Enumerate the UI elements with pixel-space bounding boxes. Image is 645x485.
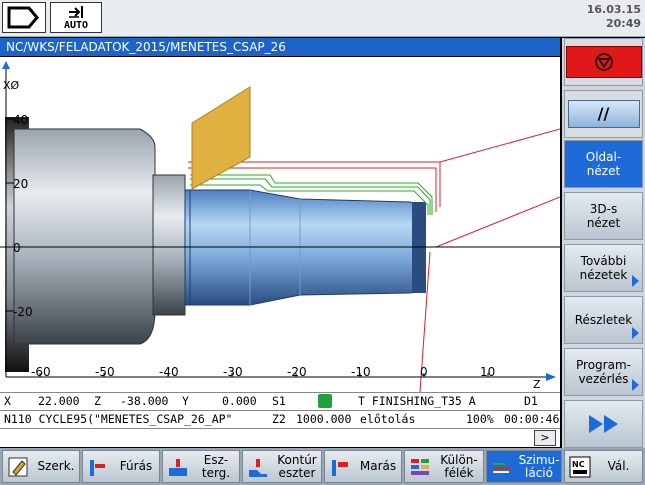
operating-mode-box[interactable]: AUTO xyxy=(50,2,102,33)
elapsed-time: 00:00:46 xyxy=(504,412,560,426)
program-control-label: Program- vezérlés xyxy=(576,358,631,386)
miscellaneous-button[interactable]: Külön- félék xyxy=(404,450,484,483)
z-tick-label: -60 xyxy=(31,365,51,379)
tool-offset: D1 xyxy=(524,394,538,408)
milling-label: Marás xyxy=(359,459,397,473)
x-tick-label: 0 xyxy=(13,241,21,255)
edit-label: Szerk. xyxy=(37,459,75,473)
edit-button[interactable]: Szerk. xyxy=(2,450,80,483)
z-axis-label: Z xyxy=(533,378,541,391)
program-control-button[interactable]: Program- vezérlés xyxy=(564,348,643,396)
z-tick-label: -40 xyxy=(159,365,179,379)
more-views-label: További nézetek xyxy=(579,254,628,282)
x-axis-name: X xyxy=(4,394,11,408)
horizontal-softkey-bar: Szerk. Fúrás Esz- terg. Kontúr eszter Ma… xyxy=(0,448,645,485)
contour-turning-icon xyxy=(249,458,267,477)
spindle-label: S1 xyxy=(272,394,286,408)
z2-label: Z2 xyxy=(272,412,286,426)
feed-override: 100% xyxy=(466,412,494,426)
date-time: 16.03.15 20:49 xyxy=(587,3,641,31)
turning-icon xyxy=(169,458,187,476)
feed-value: 1000.000 xyxy=(296,412,352,426)
nc-select-icon: NC xyxy=(569,456,591,477)
feed-label: előtolás xyxy=(360,412,416,426)
milling-icon xyxy=(332,459,348,476)
program-status-row: N110 CYCLE95("MENETES_CSAP_26_AP" Z2 100… xyxy=(0,410,560,428)
turning-tool-insert xyxy=(191,86,251,190)
submenu-arrow-icon xyxy=(632,275,639,287)
details-label: Részletek xyxy=(574,313,633,327)
x-axis-label: XØ xyxy=(3,79,20,92)
single-block-button[interactable]: // xyxy=(564,90,643,138)
stop-icon xyxy=(565,46,642,78)
simulation-icon xyxy=(493,462,511,473)
position-status-row: X 22.000 Z -38.000 Y 0.000 S1 T FINISHIN… xyxy=(0,392,560,410)
channel-mode-icon[interactable] xyxy=(2,2,46,33)
simulation-view[interactable]: XØ Z 40 20 0 -20 -60 -50 -40 -30 -20 -10… xyxy=(0,57,560,392)
fast-forward-button[interactable] xyxy=(564,400,643,448)
miscellaneous-label: Külön- félék xyxy=(440,452,478,480)
misc-icon xyxy=(411,458,429,475)
z-position: -38.000 xyxy=(120,394,169,408)
bracket-arrow-icon xyxy=(7,6,39,29)
drilling-label: Fúrás xyxy=(119,459,153,473)
turning-button[interactable]: Esz- terg. xyxy=(162,450,240,483)
date-text: 16.03.15 xyxy=(586,3,641,16)
edit-icon xyxy=(8,457,28,476)
submenu-arrow-icon xyxy=(632,379,639,391)
side-view-label: Oldal- nézet xyxy=(585,150,622,178)
z-tick-label: -20 xyxy=(287,365,307,379)
time-text: 20:49 xyxy=(605,17,641,30)
x-tick-label: -20 xyxy=(13,305,33,319)
vertical-softkey-bar: // Oldal- nézet 3D-s nézet További nézet… xyxy=(562,38,645,448)
z-tick-label: -10 xyxy=(351,365,371,379)
tool-name: T FINISHING_T35 A xyxy=(358,394,476,408)
program-path-bar: NC/WKS/FELADATOK_2015/MENETES_CSAP_26 xyxy=(0,38,560,56)
auto-mode-icon xyxy=(69,6,83,18)
details-button[interactable]: Részletek xyxy=(564,296,643,344)
submenu-arrow-icon xyxy=(632,327,639,339)
y-axis-name: Y xyxy=(182,394,189,408)
z-tick-label: 10 xyxy=(480,365,496,379)
y-position: 0.000 xyxy=(222,394,257,408)
milling-button[interactable]: Marás xyxy=(324,450,402,483)
mode-label: AUTO xyxy=(63,20,89,31)
more-views-button[interactable]: További nézetek xyxy=(564,244,643,292)
fast-forward-icon xyxy=(588,415,618,433)
x-tick-label: 40 xyxy=(13,113,29,127)
drilling-button[interactable]: Fúrás xyxy=(82,450,160,483)
z-tick-label: 0 xyxy=(420,365,428,379)
drill-icon xyxy=(90,459,105,476)
simulation-label: Szimu- láció xyxy=(518,452,560,480)
contour-turning-label: Kontúr eszter xyxy=(277,452,317,480)
select-label: Vál. xyxy=(607,459,630,473)
x-tick-label: 20 xyxy=(13,177,29,191)
skip-block-icon: // xyxy=(567,100,640,128)
stock-step xyxy=(152,174,186,316)
contour-turning-button[interactable]: Kontúr eszter xyxy=(242,450,322,483)
top-status-bar: AUTO 16.03.15 20:49 xyxy=(0,0,645,37)
stop-simulation-button[interactable] xyxy=(564,38,643,86)
svg-text:NC: NC xyxy=(572,460,585,469)
z-tick-label: -30 xyxy=(223,365,243,379)
simulation-button[interactable]: Szimu- láció xyxy=(486,450,562,483)
scroll-right-icon[interactable]: > xyxy=(534,430,556,446)
turning-label: Esz- terg. xyxy=(201,452,231,480)
scroll-row: > xyxy=(0,428,560,447)
side-view-button[interactable]: Oldal- nézet xyxy=(564,140,643,188)
spindle-rotation-icon xyxy=(318,394,332,408)
raw-stock xyxy=(13,128,156,345)
select-button[interactable]: NC Vál. xyxy=(564,450,643,483)
current-block: N110 CYCLE95("MENETES_CSAP_26_AP" xyxy=(4,412,233,426)
simulation-canvas xyxy=(0,61,560,392)
3d-view-button[interactable]: 3D-s nézet xyxy=(564,192,643,240)
3d-view-label: 3D-s nézet xyxy=(586,202,621,230)
z-tick-label: -50 xyxy=(95,365,115,379)
z-axis-name: Z xyxy=(94,394,101,408)
x-position: 22.000 xyxy=(38,394,80,408)
